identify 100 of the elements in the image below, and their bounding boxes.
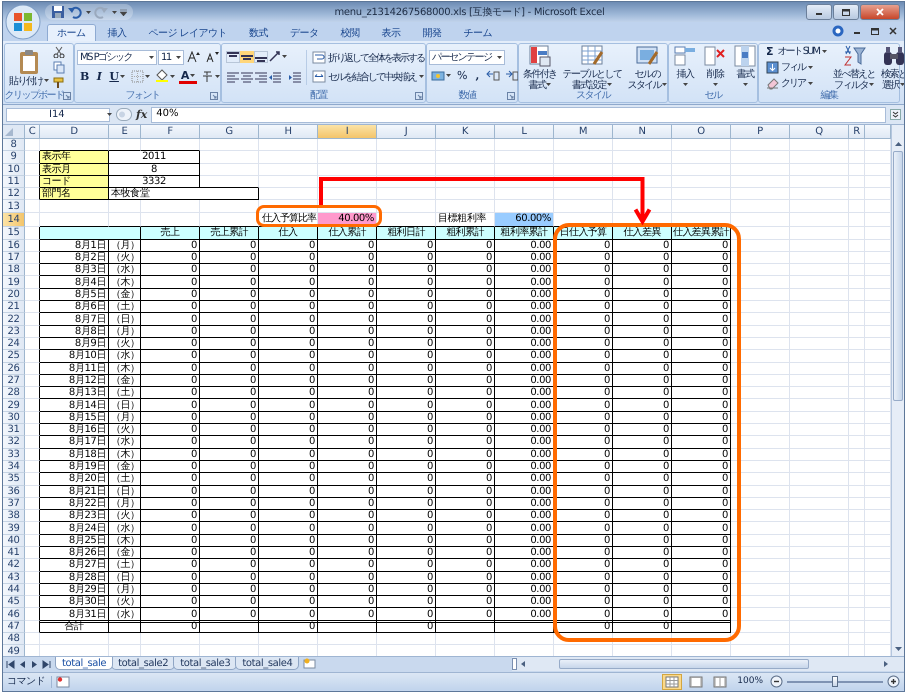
row-number[interactable]: 9 bbox=[3, 151, 25, 164]
first-sheet-icon[interactable] bbox=[6, 660, 15, 669]
row-number[interactable]: 32 bbox=[3, 436, 25, 449]
font-name-field[interactable]: MS Pゴシック bbox=[77, 50, 157, 64]
row-number[interactable]: 8 bbox=[3, 139, 25, 152]
row-number[interactable]: 46 bbox=[3, 608, 25, 621]
row-number[interactable]: 24 bbox=[3, 338, 25, 350]
row-number[interactable]: 37 bbox=[3, 498, 25, 510]
ribbon-button[interactable]: 条件付き 書式 bbox=[521, 42, 559, 92]
align-bottom-button[interactable] bbox=[252, 48, 266, 64]
split-handle[interactable] bbox=[512, 658, 517, 670]
view-button[interactable] bbox=[662, 674, 682, 690]
ribbon-tab[interactable]: 表示 bbox=[372, 24, 411, 41]
scroll-thumb[interactable] bbox=[559, 659, 809, 669]
column-letter[interactable]: M bbox=[554, 125, 613, 139]
row-number[interactable]: 33 bbox=[3, 448, 25, 461]
column-letter[interactable]: C bbox=[25, 125, 40, 139]
row-number[interactable]: 19 bbox=[3, 276, 25, 289]
clear-button[interactable]: クリア bbox=[764, 75, 829, 91]
insert-function-label[interactable]: fx bbox=[136, 108, 148, 121]
save-icon[interactable] bbox=[51, 5, 65, 19]
vertical-scrollbar[interactable] bbox=[891, 125, 904, 656]
expand-icon[interactable] bbox=[890, 109, 901, 120]
column-letter[interactable]: R bbox=[849, 125, 865, 139]
row-number[interactable]: 49 bbox=[3, 645, 25, 656]
row-number[interactable]: 28 bbox=[3, 387, 25, 400]
align-middle-button[interactable] bbox=[238, 48, 252, 64]
ribbon-button[interactable]: 挿入 bbox=[671, 42, 699, 92]
minimize-button[interactable] bbox=[806, 4, 832, 20]
ribbon-tab[interactable]: 挿入 bbox=[98, 24, 136, 41]
grow-font-button[interactable] bbox=[185, 49, 203, 65]
scroll-right-icon[interactable] bbox=[882, 659, 890, 669]
row-number[interactable]: 27 bbox=[3, 374, 25, 388]
row-number[interactable]: 26 bbox=[3, 362, 25, 375]
font-color-button[interactable]: A bbox=[178, 68, 198, 84]
ribbon-tab[interactable]: 開発 bbox=[412, 24, 452, 41]
row-number[interactable]: 12 bbox=[3, 188, 25, 200]
ribbon-button[interactable]: 書式 bbox=[731, 42, 759, 92]
row-number[interactable]: 34 bbox=[3, 460, 25, 474]
row-number[interactable]: 47 bbox=[3, 620, 25, 634]
column-letter[interactable]: D bbox=[40, 125, 109, 139]
ribbon-button[interactable]: テーブルとして 書式設定 bbox=[560, 42, 624, 92]
row-number[interactable]: 25 bbox=[3, 350, 25, 363]
slider-thumb[interactable] bbox=[832, 676, 838, 687]
autosum-button[interactable]: Σ オート SUM bbox=[764, 43, 829, 59]
scroll-thumb[interactable] bbox=[893, 151, 903, 401]
row-number[interactable]: 40 bbox=[3, 534, 25, 547]
fill-button[interactable]: フィル bbox=[764, 59, 829, 75]
shrink-font-button[interactable] bbox=[204, 49, 222, 65]
sheet-tab[interactable]: total_sale2 bbox=[111, 657, 176, 670]
number-format-field[interactable]: パーセンテージ bbox=[429, 50, 505, 64]
row-number[interactable]: 22 bbox=[3, 313, 25, 326]
undo-icon[interactable] bbox=[68, 5, 82, 19]
help-icon[interactable] bbox=[832, 25, 844, 37]
row-number[interactable]: 43 bbox=[3, 572, 25, 584]
zoom-level[interactable]: 100% bbox=[737, 676, 763, 687]
align-top-button[interactable] bbox=[224, 48, 238, 64]
paste-button[interactable]: 貼り付け bbox=[7, 46, 51, 88]
row-number[interactable]: 48 bbox=[3, 633, 25, 646]
row-number[interactable]: 13 bbox=[3, 200, 25, 213]
next-sheet-icon[interactable] bbox=[30, 660, 39, 669]
wrap-text-button[interactable]: 折り返して全体を表示する bbox=[310, 50, 426, 66]
percent-button[interactable]: % bbox=[454, 67, 470, 84]
column-letter[interactable]: E bbox=[109, 125, 141, 139]
row-number[interactable]: 11 bbox=[3, 176, 25, 188]
sheet-tab[interactable]: total_sale4 bbox=[235, 657, 300, 670]
row-number[interactable]: 23 bbox=[3, 326, 25, 338]
column-letter[interactable]: H bbox=[259, 125, 318, 139]
record-macro-icon[interactable] bbox=[56, 676, 70, 688]
resize-handle-icon[interactable] bbox=[116, 108, 132, 121]
row-number[interactable]: 30 bbox=[3, 412, 25, 424]
row-number[interactable]: 36 bbox=[3, 486, 25, 498]
dialog-launcher-icon[interactable] bbox=[415, 92, 423, 100]
underline-button[interactable]: U bbox=[106, 68, 128, 84]
close-button[interactable] bbox=[860, 4, 900, 20]
column-letter[interactable]: N bbox=[613, 125, 672, 139]
ribbon-tab[interactable]: 校閲 bbox=[330, 24, 370, 41]
zoom-out-icon[interactable] bbox=[770, 675, 783, 688]
previous-sheet-icon[interactable] bbox=[18, 660, 27, 669]
dialog-launcher-icon[interactable] bbox=[507, 92, 515, 100]
sheet-tab[interactable]: total_sale bbox=[55, 657, 114, 670]
formula-field[interactable]: 40% bbox=[151, 106, 886, 122]
restore-icon[interactable] bbox=[870, 26, 880, 36]
column-letter[interactable]: L bbox=[495, 125, 554, 139]
horizontal-scrollbar[interactable] bbox=[512, 657, 904, 671]
row-number[interactable]: 42 bbox=[3, 559, 25, 572]
column-letter[interactable]: Q bbox=[790, 125, 849, 139]
maximize-button[interactable] bbox=[833, 4, 859, 20]
ribbon-button[interactable]: 検索と 選択 bbox=[879, 42, 904, 92]
row-number[interactable]: 10 bbox=[3, 164, 25, 176]
dialog-launcher-icon[interactable] bbox=[210, 92, 218, 100]
row-number[interactable]: 18 bbox=[3, 264, 25, 276]
row-number[interactable]: 15 bbox=[3, 227, 25, 240]
sheet-tab[interactable]: total_sale3 bbox=[173, 657, 238, 670]
row-number[interactable]: 29 bbox=[3, 399, 25, 412]
column-letter[interactable]: I bbox=[318, 125, 377, 139]
ribbon-tab[interactable]: ホーム bbox=[47, 24, 96, 41]
row-number[interactable]: 14 bbox=[3, 212, 25, 228]
column-letter[interactable]: O bbox=[672, 125, 731, 139]
ribbon-tab[interactable]: データ bbox=[280, 24, 329, 41]
